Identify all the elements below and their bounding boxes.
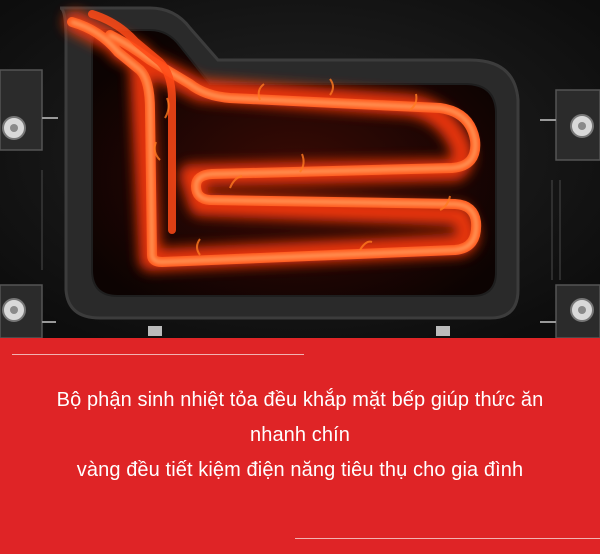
- product-image-card: Bộ phận sinh nhiệt tỏa đều khắp mặt bếp …: [0, 0, 600, 554]
- divider-top: [12, 354, 304, 355]
- heating-element-photo: [0, 0, 600, 338]
- divider-bottom: [295, 538, 600, 539]
- caption-line-2: nhanh chín: [250, 424, 350, 446]
- caption-line-1: Bộ phận sinh nhiệt tỏa đều khắp mặt bếp …: [56, 389, 544, 411]
- caption-panel: Bộ phận sinh nhiệt tỏa đều khắp mặt bếp …: [0, 338, 600, 554]
- heating-element-illustration: [0, 0, 600, 338]
- bottom-tab-right: [436, 326, 450, 336]
- caption-line-3: vàng đều tiết kiệm điện năng tiêu thụ ch…: [76, 459, 524, 481]
- bottom-tab-left: [148, 326, 162, 336]
- feature-caption: Bộ phận sinh nhiệt tỏa đều khắp mặt bếp …: [0, 383, 600, 488]
